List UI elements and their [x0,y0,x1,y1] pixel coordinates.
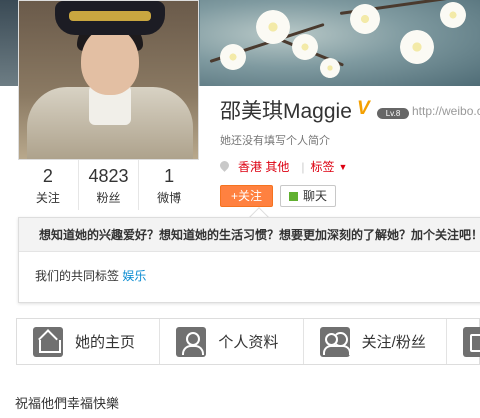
stat-followers-count: 4823 [88,166,129,186]
album-icon [462,326,480,357]
stat-following-count: 2 [42,166,53,186]
stat-followers[interactable]: 4823 粉丝 [79,160,140,210]
verified-icon[interactable]: V [357,98,370,120]
post-text: 祝福他們幸福快樂 [15,396,120,411]
meta-divider: | [301,159,305,174]
popup-heading: 想知道她的兴趣爱好？想知道她的生活习惯？想要更加深刻的了解她？加个关注吧！ [19,218,480,252]
person-icon [176,326,207,357]
stat-posts-label: 微博 [157,191,182,205]
tab-follow-fans[interactable]: 关注/粉丝 [304,319,447,364]
follow-prompt-popup: 想知道她的兴趣爱好？想知道她的生活习惯？想要更加深刻的了解她？加个关注吧！ 我们… [18,217,480,303]
common-tags-label: 我们的共同标签 [35,269,120,283]
cover-left-strip [0,0,18,86]
popup-body: 我们的共同标签 娱乐 [19,252,480,284]
location-pin-icon [220,161,229,173]
chat-button-label: 聊天 [303,189,328,203]
chevron-down-icon[interactable]: ▼ [338,162,347,172]
profile-url-link[interactable]: http://weibo.c [412,104,480,118]
stat-posts-count: 1 [164,166,175,186]
location-link[interactable]: 香港 其他 [238,158,289,175]
level-badge[interactable]: Lv.8 [377,108,409,119]
tab-profile-info-label: 个人资料 [218,334,279,351]
tab-home-label: 她的主页 [75,334,136,351]
stat-following-label: 关注 [35,191,60,205]
profile-meta: 香港 其他 | 标签 ▼ [220,158,347,175]
profile-name: 邵美琪Maggie [220,100,352,123]
chat-button[interactable]: 聊天 [280,185,336,207]
profile-tabs: 她的主页 个人资料 关注/粉丝 [16,318,480,365]
home-icon [33,326,63,357]
tab-follow-fans-label: 关注/粉丝 [361,334,426,351]
stat-following[interactable]: 2 关注 [18,160,79,210]
stat-posts[interactable]: 1 微博 [139,160,199,210]
stat-followers-label: 粉丝 [96,191,121,205]
tab-profile-info[interactable]: 个人资料 [160,319,304,364]
tags-dropdown-label[interactable]: 标签 [310,158,334,175]
follow-button[interactable]: +关注 [220,185,273,207]
chat-icon [289,192,298,201]
profile-content: 2 关注 4823 粉丝 1 微博 邵美琪Maggie V Lv.8 http:… [0,0,480,418]
avatar[interactable] [18,0,199,160]
common-tag-link[interactable]: 娱乐 [122,269,146,283]
people-icon [319,326,351,357]
tab-album[interactable] [447,319,480,364]
profile-stats: 2 关注 4823 粉丝 1 微博 [18,160,199,210]
profile-intro: 她还没有填写个人简介 [220,135,330,147]
cover-flower-image [200,0,480,86]
tab-home[interactable]: 她的主页 [17,319,161,364]
